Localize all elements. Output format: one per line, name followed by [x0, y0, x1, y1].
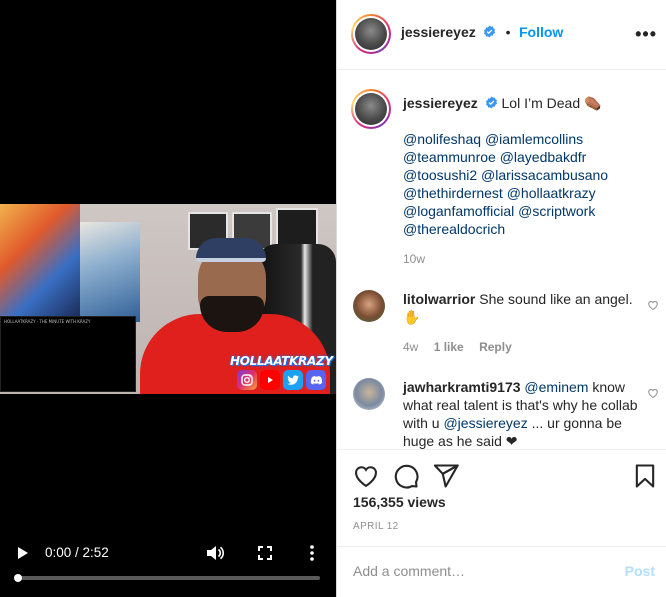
post-button[interactable]: Post — [625, 563, 655, 579]
inset-video: HOLLAATKRAZY · THE MINUTE WITH KRAZY — [0, 316, 136, 392]
more-menu-button[interactable]: ••• — [635, 24, 657, 45]
mention-link[interactable]: @layedbakdfr — [500, 149, 587, 165]
heart-icon[interactable] — [352, 462, 380, 490]
header-user-line: jessiereyez • Follow — [401, 24, 563, 42]
comment-username[interactable]: jawharkramti9173 — [403, 379, 521, 395]
more-options-button[interactable] — [302, 543, 322, 563]
mention-link[interactable]: @iamlemcollins — [485, 131, 583, 147]
video-time: 0:00 / 2:52 — [45, 545, 109, 560]
avatar-image — [355, 18, 387, 50]
add-comment-bar: Post — [337, 546, 666, 597]
wall-poster — [0, 204, 80, 319]
post-date[interactable]: APRIL 12 — [353, 521, 399, 532]
comment-item: litolwarrior She sound like an angel. ✋ — [403, 290, 643, 326]
mention-link[interactable]: @hollaatkrazy — [507, 185, 596, 201]
commenter-avatar[interactable] — [353, 290, 385, 322]
volume-button[interactable] — [205, 543, 225, 563]
progress-handle[interactable] — [14, 574, 22, 582]
mention-link[interactable]: @loganfamofficial — [403, 203, 514, 219]
instagram-icon — [237, 370, 257, 390]
video-progress-bar[interactable] — [14, 574, 320, 582]
comment-age[interactable]: 4w — [403, 340, 418, 354]
post-actions: 156,355 views APRIL 12 Post — [337, 449, 666, 597]
comment-username[interactable]: litolwarrior — [403, 291, 475, 307]
comment-item: jawharkramti9173 @eminem know what real … — [403, 378, 643, 449]
mention-link[interactable]: @jessiereyez — [443, 415, 527, 431]
caption-mentions: @nolifeshaq @iamlemcollins @teammunroe @… — [403, 130, 653, 238]
overlay-brand: HOLLAATKRAZY — [230, 354, 333, 368]
caption-age[interactable]: 10w — [403, 252, 425, 266]
like-comment-icon[interactable] — [647, 387, 659, 399]
discord-icon — [306, 370, 326, 390]
kebab-icon — [310, 545, 314, 561]
caption-text: Lol I’m Dead — [501, 95, 581, 111]
volume-icon — [207, 546, 224, 560]
mention-link[interactable]: @scriptwork — [518, 203, 595, 219]
play-icon — [18, 547, 28, 559]
coffin-emoji: ⚰️ — [584, 95, 602, 111]
mention-link[interactable]: @teammunroe — [403, 149, 496, 165]
follow-button[interactable]: Follow — [519, 24, 563, 40]
inset-text: HOLLAATKRAZY · THE MINUTE WITH KRAZY — [4, 319, 91, 324]
heart-emoji: ❤ — [505, 433, 518, 449]
wall-poster — [276, 208, 318, 248]
caption-username[interactable]: jessiereyez — [403, 95, 478, 111]
fullscreen-icon — [258, 546, 272, 560]
mention-link[interactable]: @larissacambusano — [481, 167, 608, 183]
mention-link[interactable]: @thethirdernest — [403, 185, 503, 201]
video-frame[interactable]: HOLLAATKRAZY · THE MINUTE WITH KRAZY HOL… — [0, 204, 336, 394]
caption-first-line: jessiereyez Lol I’m Dead ⚰️ — [403, 94, 601, 112]
fullscreen-button[interactable] — [255, 543, 275, 563]
video-controls: 0:00 / 2:52 — [0, 534, 336, 597]
avatar[interactable] — [351, 14, 391, 54]
verified-badge-icon — [485, 96, 497, 109]
like-comment-icon[interactable] — [647, 299, 659, 311]
comment-icon[interactable] — [392, 462, 420, 490]
post-header: jessiereyez • Follow ••• — [337, 0, 666, 70]
person-cap — [196, 238, 266, 262]
comments-list[interactable]: jessiereyez Lol I’m Dead ⚰️ @nolifeshaq … — [337, 71, 666, 449]
youtube-icon — [260, 370, 280, 390]
header-separator: • — [505, 24, 511, 40]
video-player[interactable]: HOLLAATKRAZY · THE MINUTE WITH KRAZY HOL… — [0, 0, 336, 597]
share-icon[interactable] — [432, 462, 460, 490]
hand-emoji: ✋ — [403, 309, 421, 325]
comment-text: She sound like an angel. — [479, 291, 633, 307]
caption-avatar[interactable] — [351, 89, 391, 129]
play-button[interactable] — [14, 544, 32, 562]
view-count[interactable]: 156,355 views — [353, 494, 446, 510]
mention-link[interactable]: @eminem — [524, 379, 588, 395]
mention-link[interactable]: @therealdocrich — [403, 221, 505, 237]
twitter-icon — [283, 370, 303, 390]
mention-link[interactable]: @toosushi2 — [403, 167, 477, 183]
reply-button[interactable]: Reply — [479, 340, 512, 354]
header-username[interactable]: jessiereyez — [401, 24, 476, 40]
social-icons — [237, 370, 326, 390]
comment-input[interactable] — [353, 563, 603, 579]
verified-badge-icon — [484, 25, 496, 38]
comment-meta: 4w 1 like Reply — [403, 340, 512, 354]
post-sidebar: jessiereyez • Follow ••• jessiereyez Lol… — [336, 0, 666, 597]
wall-poster — [80, 222, 140, 322]
comment-likes[interactable]: 1 like — [434, 340, 464, 354]
mention-link[interactable]: @nolifeshaq — [403, 131, 481, 147]
bookmark-icon[interactable] — [631, 462, 659, 490]
commenter-avatar[interactable] — [353, 378, 385, 410]
